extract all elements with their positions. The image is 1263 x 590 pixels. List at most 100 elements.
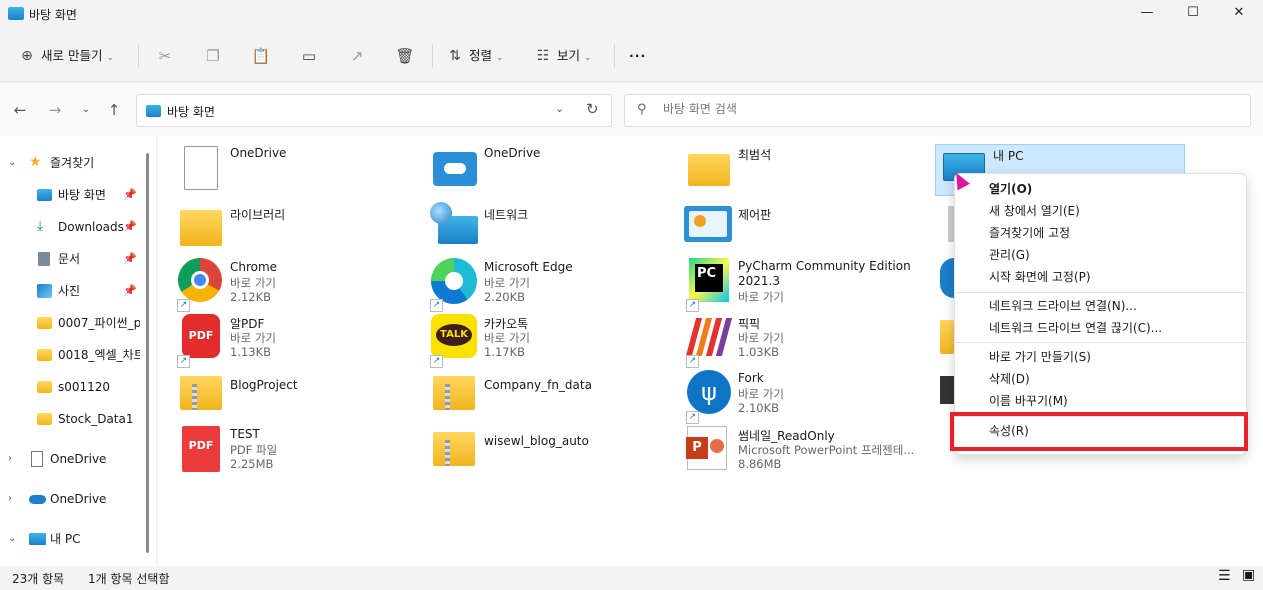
back-arrow-icon[interactable]: ← — [10, 100, 30, 120]
shortcut-arrow-icon: ↗ — [430, 355, 443, 368]
refresh-icon[interactable]: ↻ — [586, 100, 599, 118]
sidebar-item-onedrive-cloud[interactable]: › OneDrive — [0, 486, 140, 512]
file-item[interactable]: 네트워크 — [430, 202, 680, 254]
network-icon — [430, 202, 478, 244]
chevron-down-icon: ⌄ — [106, 53, 115, 63]
menu-item-pin-start[interactable]: 시작 화면에 고정(P) — [989, 266, 1091, 288]
address-path: 바탕 화면 — [167, 105, 215, 119]
desktop-icon — [8, 7, 24, 20]
up-arrow-icon[interactable]: ↑ — [104, 100, 124, 120]
fork-icon: ψ — [687, 370, 731, 414]
zip-folder-icon — [433, 376, 475, 410]
file-item[interactable]: 라이브러리 — [180, 206, 430, 258]
chevron-down-icon[interactable]: ⌄ — [8, 150, 18, 176]
chevron-down-icon[interactable]: ⌄ — [8, 526, 18, 552]
menu-item-manage[interactable]: 관리(G) — [989, 244, 1030, 266]
folder-icon — [37, 349, 52, 361]
alpdf-icon: PDF — [182, 314, 220, 358]
search-input[interactable] — [663, 102, 1223, 116]
menu-item-disconnect-network-drive[interactable]: 네트워크 드라이브 연결 끊기(C)... — [989, 317, 1162, 339]
menu-item-map-network-drive[interactable]: 네트워크 드라이브 연결(N)... — [989, 295, 1137, 317]
address-bar[interactable]: 바탕 화면 ⌄ ↻ — [136, 94, 612, 127]
hidden-app-icon — [940, 258, 954, 298]
details-view-icon[interactable]: ☰ — [1218, 568, 1231, 584]
cloud-icon — [29, 495, 46, 504]
file-item[interactable]: BlogProject — [180, 376, 430, 428]
file-item[interactable]: 최범석 — [688, 146, 938, 198]
menu-item-rename[interactable]: 이름 바꾸기(M) — [989, 390, 1068, 412]
sidebar-item-downloads[interactable]: ⤓ Downloads 📌 — [0, 214, 140, 240]
sidebar-item-folder[interactable]: Stock_Data1 — [0, 406, 140, 432]
navigation-bar: ← → ⌄ ↑ 바탕 화면 ⌄ ↻ ⚲ — [0, 84, 1263, 136]
menu-item-open-new-window[interactable]: 새 창에서 열기(E) — [989, 200, 1080, 222]
more-options-button[interactable]: ··· — [629, 42, 646, 70]
chevron-down-icon: ⌄ — [496, 53, 504, 63]
file-item[interactable]: PC ↗ PyCharm Community Edition 2021.3 바로… — [686, 258, 937, 312]
zip-folder-icon — [180, 376, 222, 410]
sidebar-item-pictures[interactable]: 사진 📌 — [0, 278, 140, 304]
toolbar-divider — [614, 44, 615, 68]
tiles-view-icon[interactable]: ▣ — [1242, 567, 1255, 583]
sidebar-item-favorites[interactable]: ⌄ ★ 즐겨찾기 — [0, 150, 140, 176]
menu-separator — [955, 292, 1246, 293]
desktop-icon — [146, 105, 161, 117]
highlight-box — [950, 412, 1248, 451]
file-item[interactable]: ↗ Chrome 바로 가기 2.12KB — [177, 258, 428, 312]
sidebar-item-this-pc[interactable]: ⌄ 내 PC — [0, 526, 140, 552]
share-icon[interactable]: ↗ — [344, 43, 370, 69]
sidebar-item-folder[interactable]: 0007_파이썬_p — [0, 310, 140, 336]
sidebar-item-desktop[interactable]: 바탕 화면 📌 — [0, 182, 140, 208]
copy-icon[interactable]: ❐ — [200, 43, 226, 69]
folder-icon — [37, 317, 52, 329]
cut-icon[interactable]: ✂ — [152, 43, 178, 69]
rename-icon[interactable]: ▭ — [296, 43, 322, 69]
chevron-right-icon[interactable]: › — [8, 486, 18, 512]
menu-item-delete[interactable]: 삭제(D) — [989, 368, 1030, 390]
menu-separator — [955, 342, 1246, 343]
chevron-down-icon[interactable]: ⌄ — [555, 102, 564, 115]
forward-arrow-icon[interactable]: → — [45, 100, 65, 120]
folder-icon — [37, 381, 52, 393]
maximize-button[interactable]: ☐ — [1170, 0, 1216, 28]
recent-dropdown-icon[interactable]: ⌄ — [76, 100, 96, 120]
file-item[interactable]: ψ ↗ Fork 바로 가기 2.10KB — [686, 370, 937, 424]
file-item[interactable]: ↗ Microsoft Edge 바로 가기 2.20KB — [430, 258, 681, 312]
folder-icon — [37, 413, 52, 425]
close-button[interactable]: ✕ — [1216, 0, 1262, 28]
document-icon — [38, 252, 50, 266]
selection-count: 1개 항목 선택함 — [88, 572, 170, 586]
onedrive-folder-icon — [433, 152, 477, 186]
menu-item-open[interactable]: 열기(O) — [989, 178, 1032, 200]
file-item[interactable]: TALK ↗ 카카오톡 바로 가기 1.17KB — [430, 314, 681, 368]
view-button[interactable]: ☷ 보기 ⌄ — [534, 42, 592, 70]
sidebar-item-folder[interactable]: s001120 — [0, 374, 140, 400]
chrome-icon — [178, 258, 222, 302]
file-item[interactable]: P 썸네일_ReadOnly Microsoft PowerPoint 프레젠테… — [686, 426, 937, 478]
hidden-app-icon — [940, 376, 954, 404]
file-item[interactable]: PDF ↗ 알PDF 바로 가기 1.13KB — [177, 314, 428, 368]
file-item[interactable]: OneDrive — [180, 146, 430, 198]
sidebar-scrollbar[interactable] — [146, 153, 149, 553]
command-bar: ⊕ 새로 만들기 ⌄ ✂ ❐ 📋 ▭ ↗ 🗑 ⇅ 정렬 ⌄ ☷ 보기 ⌄ ··· — [0, 30, 1263, 82]
sidebar-item-folder[interactable]: 0018_엑셀_차트 — [0, 342, 140, 368]
control-panel-icon — [684, 206, 732, 242]
delete-icon[interactable]: 🗑 — [392, 43, 418, 69]
file-item[interactable]: 제어판 — [684, 206, 934, 258]
sidebar-item-documents[interactable]: 문서 📌 — [0, 246, 140, 272]
sort-icon: ⇅ — [449, 48, 461, 64]
minimize-button[interactable]: — — [1124, 0, 1170, 28]
shortcut-arrow-icon: ↗ — [686, 411, 699, 424]
new-button[interactable]: ⊕ 새로 만들기 ⌄ — [18, 42, 114, 70]
chevron-right-icon[interactable]: › — [8, 446, 18, 472]
file-item[interactable]: wisewl_blog_auto — [433, 432, 683, 484]
search-box[interactable]: ⚲ — [624, 94, 1251, 127]
file-item[interactable]: ↗ 픽픽 바로 가기 1.03KB — [685, 314, 937, 368]
menu-item-create-shortcut[interactable]: 바로 가기 만들기(S) — [989, 346, 1091, 368]
file-item[interactable]: Company_fn_data — [433, 376, 683, 428]
sort-button[interactable]: ⇅ 정렬 ⌄ — [446, 42, 504, 70]
menu-item-pin-favorites[interactable]: 즐겨찾기에 고정 — [989, 222, 1070, 244]
paste-icon[interactable]: 📋 — [248, 43, 274, 69]
file-item[interactable]: PDF TEST PDF 파일 2.25MB — [180, 426, 430, 478]
file-item[interactable]: OneDrive — [433, 146, 683, 198]
sidebar-item-onedrive[interactable]: › OneDrive — [0, 446, 140, 472]
